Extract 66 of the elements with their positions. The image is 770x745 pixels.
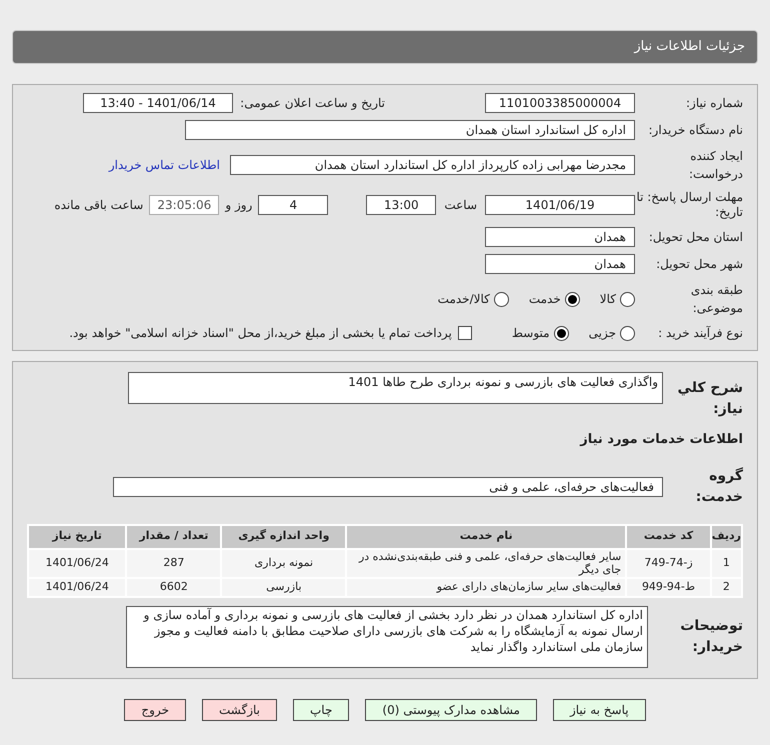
radio-label: خدمت [528, 291, 561, 308]
field-label: نوع فرآیند خرید : [657, 325, 743, 342]
field-value: 1401/06/14 - 13:40 [83, 93, 233, 113]
radio-label: کالا/خدمت [438, 291, 490, 308]
action-button[interactable]: چاپ [293, 698, 350, 720]
radio-label: متوسط [512, 325, 550, 342]
radio-label: جزیی [588, 325, 616, 342]
field-value: فعالیت‌های حرفه‌ای، علمی و فنی [113, 476, 663, 496]
column-header: تعداد / مقدار [126, 524, 222, 548]
field-label: نام دستگاه خریدار: [648, 122, 743, 139]
radio-button[interactable] [554, 326, 569, 340]
field-value: 4 [258, 195, 328, 215]
field-label: ایجاد کننده درخواست: [688, 148, 743, 183]
field-value: همدان [485, 254, 635, 274]
radio-button[interactable] [620, 292, 635, 306]
field-label: روز و [225, 197, 252, 214]
field-value: مجدرضا مهرابی زاده کارپرداز اداره کل استاندارد استان همدان [230, 155, 635, 175]
table-cell: 1401/06/24 [28, 578, 126, 596]
column-header: ردیف [710, 524, 742, 548]
table-cell: فعالیت‌های سایر سازمان‌های دارای عضو [346, 578, 626, 596]
field-value: 1101003385000004 [485, 93, 635, 113]
table-cell: سایر فعالیت‌های حرفه‌ای، علمی و فنی طبقه‌بندی‌نشده در جای دیگر [346, 548, 626, 578]
action-button[interactable]: بازگشت [202, 698, 277, 720]
buyer-notes-field: اداره کل استاندارد همدان در نظر دارد بخشی از فعالیت های بازرسی و نمونه برداری و آماده سازی و ارسال نمونه به آزمایشگاه را به شرکت های بازرسی دارای صلاحیت مطابق با دامنه فعالیت و مجوز سازمان ملی استاندارد واگذار نماید [126, 606, 648, 668]
field-label: شهر محل تحویل: [655, 256, 743, 273]
summary-field: واگذاری فعالیت های بازرسی و نمونه برداری طرح طاها 1401 [128, 372, 663, 404]
table-cell: ط-94-949 [626, 578, 711, 596]
table-cell: ز-74-749 [626, 548, 711, 578]
checkbox-label: پرداخت تمام یا بخشی از مبلغ خرید،از محل "اسناد خزانه اسلامی" خواهد بود. [69, 325, 452, 342]
field-value: همدان [485, 227, 635, 247]
field-label: مهلت ارسال پاسخ: تا تاریخ: [635, 190, 743, 220]
buyer-contact-link[interactable]: اطلاعات تماس خریدار [108, 156, 220, 174]
radio-button[interactable] [620, 326, 635, 340]
action-button[interactable]: خروج [124, 698, 186, 720]
field-label: گروه خدمت: [694, 466, 743, 506]
field-label: طبقه بندی موضوعی: [690, 282, 743, 317]
radio-button[interactable] [494, 292, 509, 306]
radio-button[interactable] [564, 292, 580, 306]
field-label: تاریخ و ساعت اعلان عمومی: [239, 95, 385, 112]
table-cell: 2 [710, 578, 742, 596]
table-cell: 1401/06/24 [28, 548, 126, 578]
field-label: توضیحات خریدار: [679, 616, 743, 656]
header-bar: جزئیات اطلاعات نیاز [12, 30, 758, 64]
checkbox[interactable] [458, 326, 472, 340]
column-header: واحد اندازه گیری [221, 524, 346, 548]
column-header: تاریخ نیاز [28, 524, 126, 548]
field-label: ساعت باقی مانده [54, 197, 144, 214]
field-label: شماره نیاز: [685, 95, 743, 112]
countdown-value: 23:05:06 [149, 195, 220, 215]
field-label: شرح کلي نياز: [676, 379, 743, 419]
action-button[interactable]: مشاهده مدارک پیوستی (0) [365, 698, 537, 720]
field-label: استان محل تحویل: [648, 229, 743, 246]
radio-label: کالا [600, 291, 616, 308]
table-cell: 287 [126, 548, 222, 578]
column-header: کد خدمت [626, 524, 711, 548]
table-cell: 6602 [126, 578, 222, 596]
field-value: اداره کل استاندارد استان همدان [185, 120, 635, 140]
table-cell: نمونه برداری [221, 548, 346, 578]
section-title: اطلاعات خدمات مورد نیاز [578, 431, 743, 449]
field-value: 13:00 [366, 195, 436, 215]
field-label: ساعت [444, 197, 477, 214]
field-value: 1401/06/19 [485, 195, 635, 215]
table-cell: بازرسی [221, 578, 346, 596]
column-header: نام خدمت [346, 524, 626, 548]
action-button[interactable]: پاسخ به نیاز [552, 698, 646, 720]
table-cell: 1 [710, 548, 742, 578]
